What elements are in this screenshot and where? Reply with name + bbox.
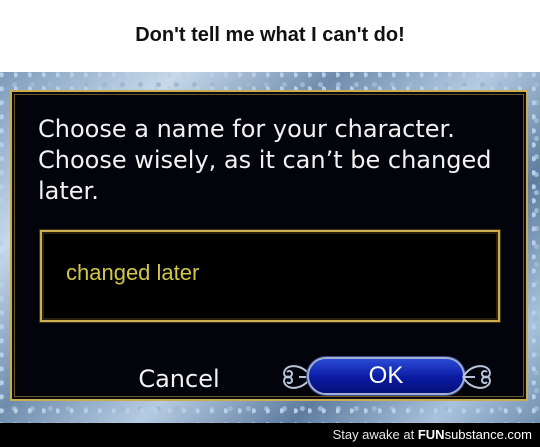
game-dialog-frame: Choose a name for your character. Choose… bbox=[0, 72, 540, 423]
ok-button[interactable]: OK bbox=[309, 359, 463, 393]
caption-title: Don't tell me what I can't do! bbox=[135, 24, 405, 46]
ok-button-group: OK bbox=[275, 354, 499, 400]
dialog-message: Choose a name for your character. Choose… bbox=[38, 115, 492, 205]
name-dialog: Choose a name for your character. Choose… bbox=[10, 90, 528, 401]
watermark-prefix: Stay awake at bbox=[332, 427, 418, 442]
watermark-text: Stay awake at FUNsubstance.com bbox=[333, 427, 540, 442]
cancel-button[interactable]: Cancel bbox=[124, 362, 234, 396]
caption-bar: Don't tell me what I can't do! bbox=[0, 0, 540, 72]
watermark-bar: Stay awake at FUNsubstance.com bbox=[0, 423, 540, 447]
character-name-input[interactable]: changed later bbox=[40, 230, 500, 322]
watermark-brand-fun: FUN bbox=[417, 427, 445, 442]
watermark-brand-rest: substance.com bbox=[444, 427, 532, 442]
scroll-ornament-right-icon bbox=[462, 365, 491, 389]
